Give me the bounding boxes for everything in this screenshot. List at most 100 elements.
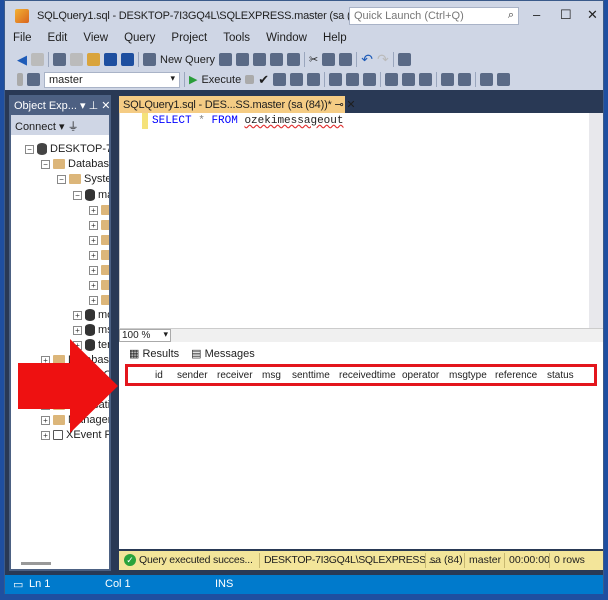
column-reference[interactable]: reference bbox=[495, 370, 537, 381]
quick-launch-input[interactable]: Quick Launch (Ctrl+Q) ⌕ bbox=[349, 7, 519, 25]
column-senttime[interactable]: senttime bbox=[292, 370, 330, 381]
dmx-query-icon[interactable] bbox=[253, 53, 267, 66]
tree-node-master[interactable]: −master bbox=[73, 187, 109, 203]
increase-indent-icon[interactable] bbox=[497, 73, 511, 86]
execute-icon[interactable]: ▶ bbox=[189, 73, 197, 86]
include-plan-icon[interactable] bbox=[329, 73, 343, 86]
undo-icon[interactable]: ↶ bbox=[361, 51, 373, 68]
results-grid[interactable]: id sender receiver msg senttime received… bbox=[119, 363, 603, 549]
close-button[interactable]: ✕ bbox=[587, 7, 598, 23]
standard-toolbar: ◀ New Query ✂ ↶ ↷ bbox=[5, 49, 603, 70]
results-to-text-icon[interactable] bbox=[385, 73, 399, 86]
dax-query-icon[interactable] bbox=[287, 53, 301, 66]
doc-icon: ▭ bbox=[13, 579, 24, 591]
client-stats-icon[interactable] bbox=[363, 73, 377, 86]
pin-tab-icon[interactable]: ⊸ bbox=[334, 99, 343, 111]
menu-file[interactable]: File bbox=[5, 31, 40, 49]
back-icon[interactable]: ◀ bbox=[17, 52, 27, 68]
tree-node-folder[interactable]: + bbox=[89, 202, 109, 218]
menu-tools[interactable]: Tools bbox=[215, 31, 258, 49]
tree-node-folder[interactable]: + bbox=[89, 292, 109, 308]
maximize-button[interactable]: ☐ bbox=[560, 7, 572, 23]
status-rows: 0 rows bbox=[549, 553, 585, 568]
column-receivedtime[interactable]: receivedtime bbox=[339, 370, 396, 381]
column-operator[interactable]: operator bbox=[402, 370, 439, 381]
intellisense-icon[interactable] bbox=[307, 73, 321, 86]
horizontal-scrollbar[interactable] bbox=[21, 562, 51, 565]
column-msgtype[interactable]: msgtype bbox=[449, 370, 487, 381]
uncomment-icon[interactable] bbox=[458, 73, 472, 86]
menu-view[interactable]: View bbox=[75, 31, 116, 49]
tab-results[interactable]: ▦ Results bbox=[129, 347, 179, 363]
tree-node-system-databases[interactable]: −System Databases bbox=[57, 171, 109, 187]
tree-node-model[interactable]: +model bbox=[73, 307, 109, 323]
tree-node-folder[interactable]: + bbox=[89, 262, 109, 278]
activity-monitor-icon[interactable] bbox=[397, 53, 411, 66]
decrease-indent-icon[interactable] bbox=[480, 73, 494, 86]
tree-node-databases[interactable]: −Databases bbox=[41, 156, 109, 172]
minimize-button[interactable]: – bbox=[533, 7, 540, 22]
line-number: Ln 1 bbox=[29, 578, 51, 590]
column-id[interactable]: id bbox=[155, 370, 163, 381]
database-select[interactable]: master bbox=[44, 71, 180, 88]
new-query-button[interactable]: New Query bbox=[160, 54, 215, 66]
menu-query[interactable]: Query bbox=[116, 31, 163, 49]
display-plan-icon[interactable] bbox=[273, 73, 287, 86]
tree-node-folder[interactable]: + bbox=[89, 217, 109, 233]
close-tab-icon[interactable]: ✕ bbox=[346, 99, 355, 111]
add-item-icon[interactable] bbox=[70, 53, 83, 66]
tree-node-server[interactable]: −DESKTOP-7I3GQ4L bbox=[25, 141, 109, 157]
grid-header-row: id sender receiver msg senttime received… bbox=[125, 364, 597, 386]
query-icon[interactable] bbox=[219, 53, 233, 66]
menu-window[interactable]: Window bbox=[258, 31, 315, 49]
close-panel-icon[interactable]: ✕ bbox=[101, 100, 110, 112]
cut-icon[interactable]: ✂ bbox=[309, 53, 318, 66]
redo-icon[interactable]: ↷ bbox=[377, 51, 389, 68]
new-query-icon[interactable] bbox=[143, 53, 156, 66]
query-editor[interactable]: SELECT * FROM ozekimessageout bbox=[119, 113, 603, 328]
tree-node-msdb[interactable]: +msdb bbox=[73, 322, 109, 338]
save-icon[interactable] bbox=[104, 53, 117, 66]
status-database: master bbox=[464, 553, 501, 568]
xmla-query-icon[interactable] bbox=[270, 53, 284, 66]
results-to-file-icon[interactable] bbox=[419, 73, 433, 86]
mdx-query-icon[interactable] bbox=[236, 53, 250, 66]
live-stats-icon[interactable] bbox=[346, 73, 360, 86]
app-status-bar: ▭ Ln 1 Col 1 INS bbox=[5, 575, 603, 594]
column-msg[interactable]: msg bbox=[262, 370, 281, 381]
menu-project[interactable]: Project bbox=[163, 31, 215, 49]
zoom-select[interactable]: 100 % bbox=[119, 329, 171, 342]
connect-icon[interactable] bbox=[17, 73, 23, 86]
menu-help[interactable]: Help bbox=[315, 31, 355, 49]
parse-icon[interactable]: ✔ bbox=[258, 72, 269, 88]
forward-icon[interactable] bbox=[31, 53, 44, 66]
red-arrow-annotation bbox=[18, 339, 118, 433]
execute-button[interactable]: Execute bbox=[201, 74, 241, 86]
tab-sqlquery1[interactable]: SQLQuery1.sql - DES...SS.master (sa (84)… bbox=[119, 96, 356, 113]
menu-edit[interactable]: Edit bbox=[40, 31, 76, 49]
tree-node-folder[interactable]: + bbox=[89, 232, 109, 248]
column-sender[interactable]: sender bbox=[177, 370, 208, 381]
change-connection-icon[interactable] bbox=[27, 73, 40, 86]
copy-icon[interactable] bbox=[322, 53, 336, 66]
tree-node-folder[interactable]: + bbox=[89, 247, 109, 263]
stop-icon[interactable] bbox=[245, 75, 255, 84]
query-text[interactable]: SELECT * FROM ozekimessageout bbox=[152, 115, 343, 127]
save-all-icon[interactable] bbox=[121, 53, 134, 66]
column-status[interactable]: status bbox=[547, 370, 574, 381]
open-file-icon[interactable] bbox=[87, 53, 100, 66]
tab-messages[interactable]: ▤ Messages bbox=[191, 347, 255, 363]
new-project-icon[interactable] bbox=[53, 53, 66, 66]
vertical-scrollbar[interactable] bbox=[589, 113, 603, 328]
connect-button[interactable]: Connect ▾ ⏚ bbox=[11, 115, 109, 135]
query-options-icon[interactable] bbox=[290, 73, 304, 86]
query-status-bar: ✓ Query executed succes... DESKTOP-7I3GQ… bbox=[119, 551, 603, 570]
comment-icon[interactable] bbox=[441, 73, 455, 86]
pin-icon[interactable]: ⊥ bbox=[89, 100, 99, 112]
tree-node-folder[interactable]: + bbox=[89, 277, 109, 293]
column-receiver[interactable]: receiver bbox=[217, 370, 253, 381]
status-time: 00:00:00 bbox=[504, 553, 550, 568]
results-to-grid-icon[interactable] bbox=[402, 73, 416, 86]
connect-label: Connect bbox=[15, 121, 56, 133]
paste-icon[interactable] bbox=[339, 53, 353, 66]
